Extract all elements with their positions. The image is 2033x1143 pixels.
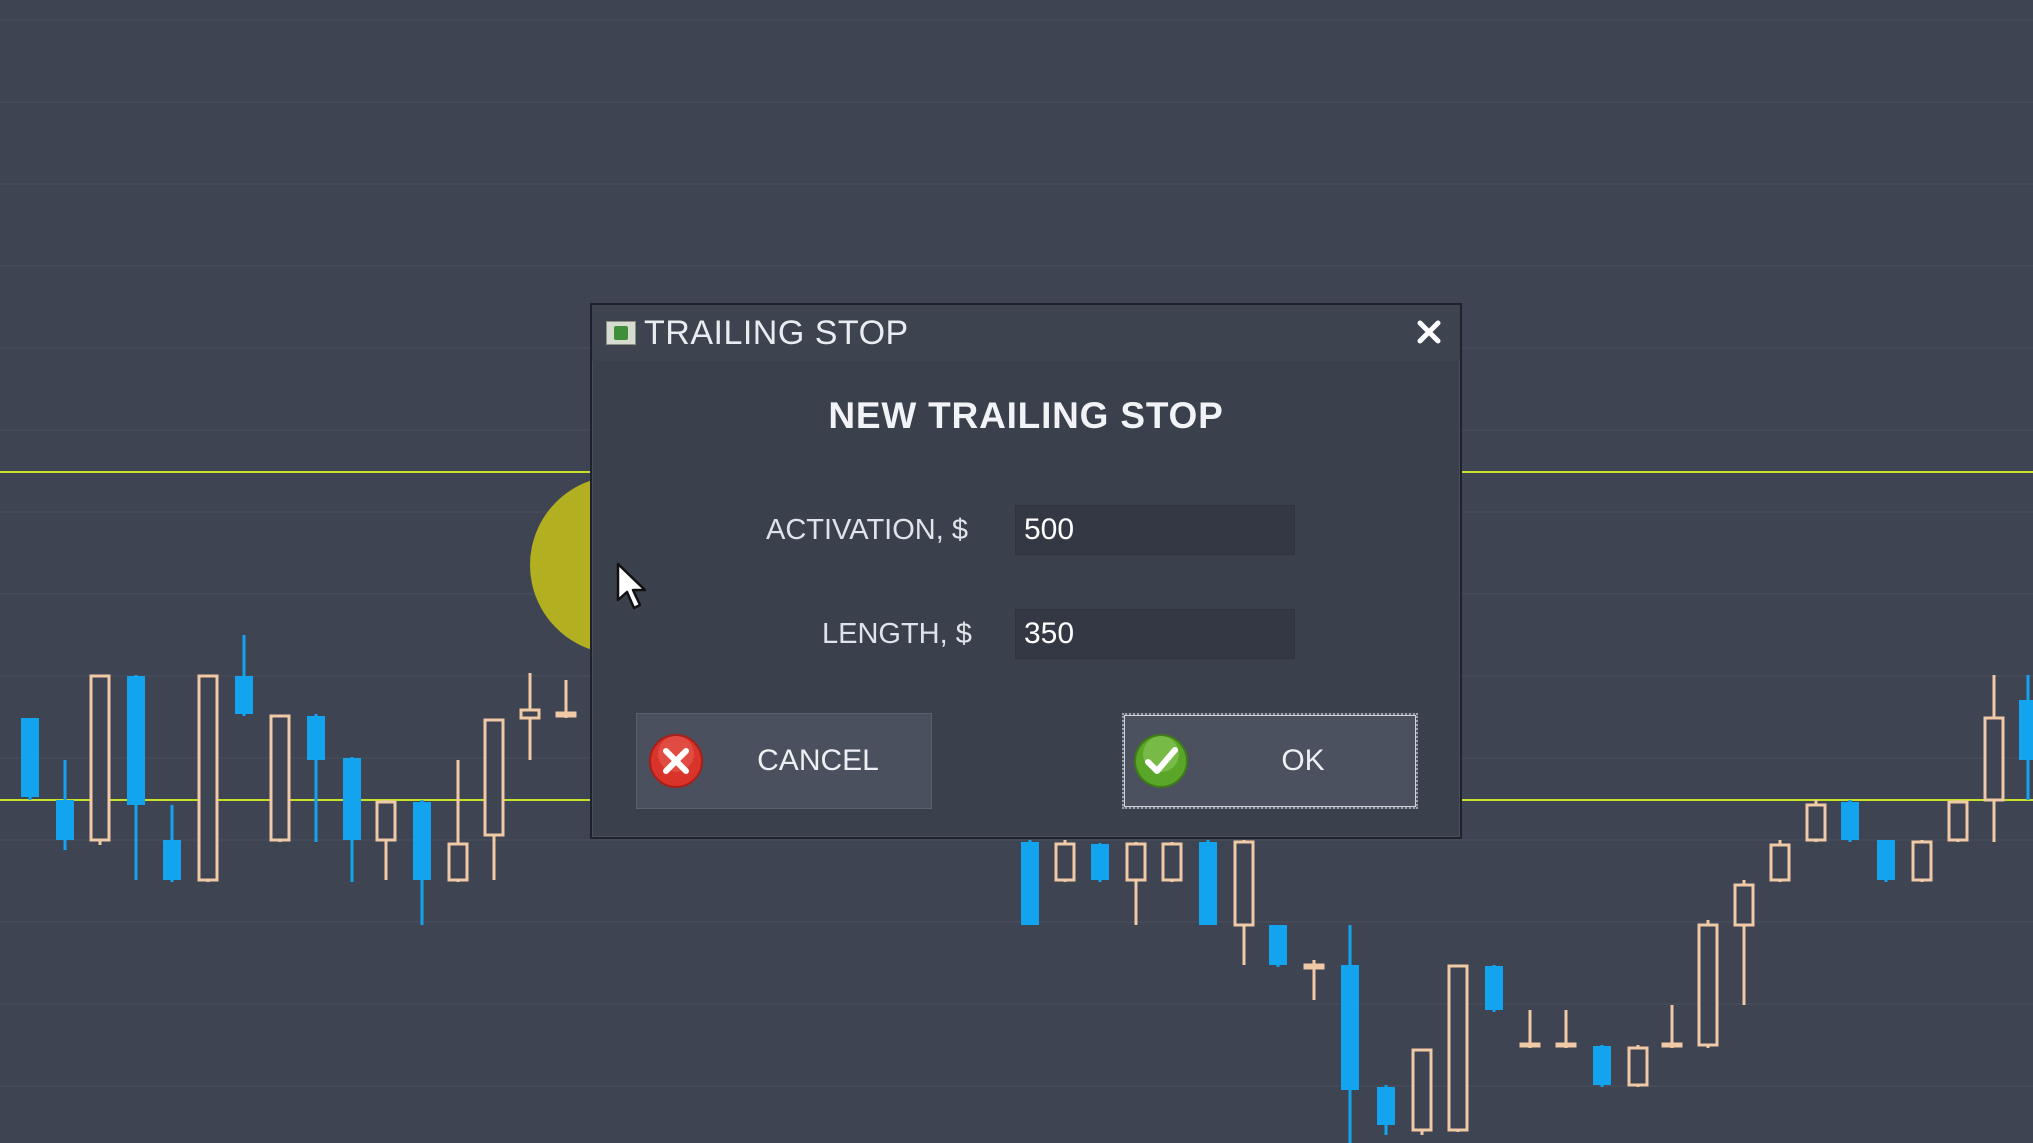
candle-body: [21, 718, 39, 797]
candle-body: [413, 802, 431, 880]
candle-body: [1769, 843, 1791, 882]
candle-body: [163, 840, 181, 880]
close-icon: [1417, 320, 1441, 344]
candle-body: [1377, 1087, 1395, 1125]
candle-body: [1911, 840, 1933, 882]
candle-body: [56, 800, 74, 840]
cancel-button-label: CANCEL: [757, 744, 879, 777]
candle-body: [1519, 1042, 1541, 1048]
candle-body: [1021, 842, 1039, 925]
candle-body: [1161, 842, 1183, 882]
candle-body: [307, 716, 325, 760]
candle-body: [269, 714, 291, 842]
candle-body: [447, 842, 469, 882]
dialog-titlebar[interactable]: TRAILING STOP: [592, 305, 1460, 361]
candle-body: [375, 800, 397, 842]
dialog-title: TRAILING STOP: [644, 313, 909, 352]
red-x-circle-icon: [649, 734, 703, 788]
close-button[interactable]: [1412, 315, 1446, 349]
candle-body: [1983, 716, 2005, 802]
candle-body: [1199, 842, 1217, 925]
candle-body: [1054, 842, 1076, 882]
candle-body: [1733, 883, 1755, 927]
candle-body: [89, 674, 111, 842]
candle-body: [483, 718, 505, 837]
app-window-icon: [606, 321, 636, 345]
candle-body: [1593, 1046, 1611, 1085]
candle-body: [519, 708, 541, 720]
candle-body: [2019, 700, 2033, 760]
activation-label: ACTIVATION, $: [766, 514, 968, 546]
length-label: LENGTH, $: [822, 618, 972, 650]
candle-body: [1947, 800, 1969, 842]
length-input[interactable]: 350: [1015, 609, 1295, 659]
dialog-heading: NEW TRAILING STOP: [828, 395, 1224, 436]
candle-body: [1341, 965, 1359, 1090]
candle-body: [1841, 802, 1859, 840]
candle-body: [127, 676, 145, 805]
candle-body: [1805, 803, 1827, 842]
candle-body: [1269, 925, 1287, 965]
candle-body: [1661, 1042, 1683, 1048]
candle-body: [343, 758, 361, 840]
green-check-circle-icon: [1134, 734, 1188, 788]
cancel-button[interactable]: CANCEL: [636, 713, 932, 809]
candle-body: [555, 711, 577, 718]
activation-input[interactable]: 500: [1015, 505, 1295, 555]
candle-body: [1877, 840, 1895, 880]
candle-body: [1485, 966, 1503, 1010]
candle-body: [1555, 1042, 1577, 1048]
trailing-stop-dialog: TRAILING STOP NEW TRAILING STOP ACTIVATI…: [590, 303, 1462, 839]
ok-button[interactable]: OK: [1122, 713, 1418, 809]
candle-body: [1627, 1046, 1649, 1087]
ok-button-label: OK: [1281, 744, 1325, 777]
candle-body: [1091, 844, 1109, 880]
candle-body: [1697, 923, 1719, 1047]
candle-body: [1125, 842, 1147, 882]
candle-body: [1303, 963, 1325, 970]
mouse-pointer-icon: [616, 562, 647, 610]
candle-body: [197, 674, 219, 882]
candle-body: [1411, 1048, 1433, 1132]
candle-body: [235, 676, 253, 714]
dialog-body: NEW TRAILING STOP ACTIVATION, $ 500 LENG…: [598, 361, 1454, 831]
candle-body: [1233, 840, 1255, 927]
candle-body: [1447, 964, 1469, 1132]
